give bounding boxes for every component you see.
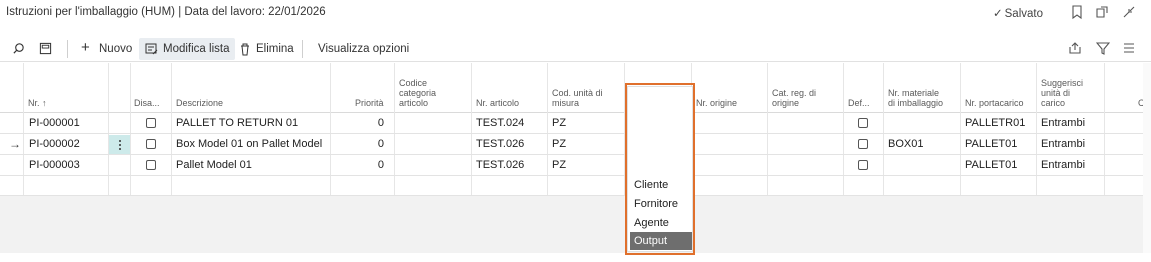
page-title: Istruzioni per l'imballaggio (HUM) | Dat… [6,6,326,18]
bookmark-icon[interactable] [1069,4,1085,20]
cell-uom[interactable]: PZ [552,159,566,171]
cell-description[interactable]: Box Model 01 on Pallet Model ... [176,138,326,150]
cell-priority[interactable]: 0 [340,159,384,171]
col-header-line: Cat. reg. di [772,88,817,98]
current-row-arrow-icon: → [9,137,21,151]
cell-item-no[interactable]: TEST.026 [476,138,524,150]
col-header-line: carico [1041,98,1066,108]
search-icon[interactable] [12,42,25,55]
toolbar-divider [67,40,68,58]
dropdown-option-fornitore[interactable]: Fornitore [630,195,692,213]
col-header-item-no[interactable]: Nr. articolo [476,98,519,108]
view-options-label: Visualizza opzioni [318,43,410,55]
col-header-priority[interactable]: Priorità [355,98,384,108]
col-header-uom[interactable]: Cod. unità di misura [552,88,603,108]
col-header-line: Suggerisci [1041,78,1084,88]
cell-carrier[interactable]: PALLET01 [965,138,1017,150]
cell-nr[interactable]: PI-000003 [29,159,80,171]
col-header-line: di imballaggio [888,98,944,108]
packaging-instructions-grid: Nr. ↑ Disa... Descrizione Priorità Codic… [0,63,1151,253]
cell-description[interactable]: Pallet Model 01 [176,159,326,171]
edit-list-icon [145,43,158,55]
cell-priority[interactable]: 0 [340,138,384,150]
col-header-packaging-material[interactable]: Nr. materiale di imballaggio [888,88,943,108]
title-bar: Istruzioni per l'imballaggio (HUM) | Dat… [0,0,1151,28]
col-header-line: Nr. materiale [888,88,940,98]
col-header-source-reg-cat[interactable]: Cat. reg. di origine [772,88,816,108]
checkmark-icon: ✓ [993,8,1003,20]
dropdown-option-output[interactable]: Output [630,232,692,250]
dropdown-option-agente[interactable]: Agente [630,214,692,232]
toolbar-divider [302,40,303,58]
cell-description[interactable]: PALLET TO RETURN 01 [176,117,326,129]
disabled-checkbox[interactable] [146,160,156,170]
cell-item-no[interactable]: TEST.024 [476,117,524,129]
disabled-checkbox[interactable] [146,118,156,128]
share-icon[interactable] [1068,41,1082,55]
default-checkbox[interactable] [858,139,868,149]
dropdown-option-cliente[interactable]: Cliente [630,176,692,194]
col-header-line: unità di [1041,88,1071,98]
cell-suggest-unit[interactable]: Entrambi [1041,117,1085,129]
cell-carrier[interactable]: PALLET01 [965,159,1017,171]
vertical-scrollbar[interactable] [1143,63,1151,253]
grid-empty-area [0,196,1143,253]
cell-uom[interactable]: PZ [552,138,566,150]
filter-icon[interactable] [1096,41,1110,55]
row-actions-button[interactable] [109,135,130,154]
col-header-description[interactable]: Descrizione [176,98,223,108]
plus-icon: + [81,39,90,56]
trash-icon [241,43,249,56]
cell-suggest-unit[interactable]: Entrambi [1041,159,1085,171]
action-bar: + Nuovo Modifica lista Elimina Visualizz… [0,36,1151,62]
default-checkbox[interactable] [858,118,868,128]
col-header-source-no[interactable]: Nr. origine [696,98,737,108]
more-vertical-icon [118,139,121,150]
edit-list-label: Modifica lista [163,43,230,55]
delete-button[interactable]: Elimina [238,38,294,60]
collapse-icon[interactable] [1121,4,1137,20]
col-header-nr[interactable]: Nr. ↑ [28,98,47,108]
col-header-line: articolo [399,98,429,108]
col-header-carrier[interactable]: Nr. portacarico [965,98,1024,108]
new-button[interactable]: + Nuovo [81,38,132,60]
col-header-item-category-code[interactable]: Codice categoria articolo [399,78,436,108]
saved-status: ✓ Salvato [993,6,1043,20]
cell-packaging-material[interactable]: BOX01 [888,138,923,150]
new-button-label: Nuovo [99,43,133,55]
cell-carrier[interactable]: PALLETR01 [965,117,1025,129]
table-row-selected[interactable]: → PI-000002 Box Model 01 on Pallet Model… [0,134,1143,155]
saved-label: Salvato [1004,8,1043,20]
cell-priority[interactable]: 0 [340,117,384,129]
cell-suggest-unit[interactable]: Entrambi [1041,138,1085,150]
cell-item-no[interactable]: TEST.026 [476,159,524,171]
delete-label: Elimina [256,43,294,55]
disabled-checkbox[interactable] [146,139,156,149]
cell-nr[interactable]: PI-000001 [29,117,80,129]
col-header-line: misura [552,98,580,108]
open-new-window-icon[interactable] [1094,4,1110,20]
col-header-line: categoria [399,88,437,98]
col-header-disabled[interactable]: Disa... [134,98,160,108]
col-header-suggest-unit[interactable]: Suggerisci unità di carico [1041,78,1083,108]
layout-icon[interactable] [39,42,52,55]
table-row-empty[interactable] [0,176,1143,196]
table-row[interactable]: PI-000003 Pallet Model 01 0 TEST.026 PZ … [0,155,1143,176]
list-view-icon[interactable] [1122,41,1136,55]
cell-nr[interactable]: PI-000002 [29,138,80,150]
source-type-dropdown: Cliente Fornitore Agente Output [627,86,693,252]
view-options-button[interactable]: Visualizza opzioni [318,38,409,60]
col-header-line: Cod. unità di [552,88,603,98]
grid-header: Nr. ↑ Disa... Descrizione Priorità Codic… [0,63,1151,113]
default-checkbox[interactable] [858,160,868,170]
edit-list-button[interactable]: Modifica lista [139,38,236,60]
table-row[interactable]: PI-000001 PALLET TO RETURN 01 0 TEST.024… [0,113,1143,134]
col-header-default[interactable]: Def... [848,98,870,108]
col-header-line: Codice [399,78,428,88]
col-header-line: origine [772,98,800,108]
cell-uom[interactable]: PZ [552,117,566,129]
